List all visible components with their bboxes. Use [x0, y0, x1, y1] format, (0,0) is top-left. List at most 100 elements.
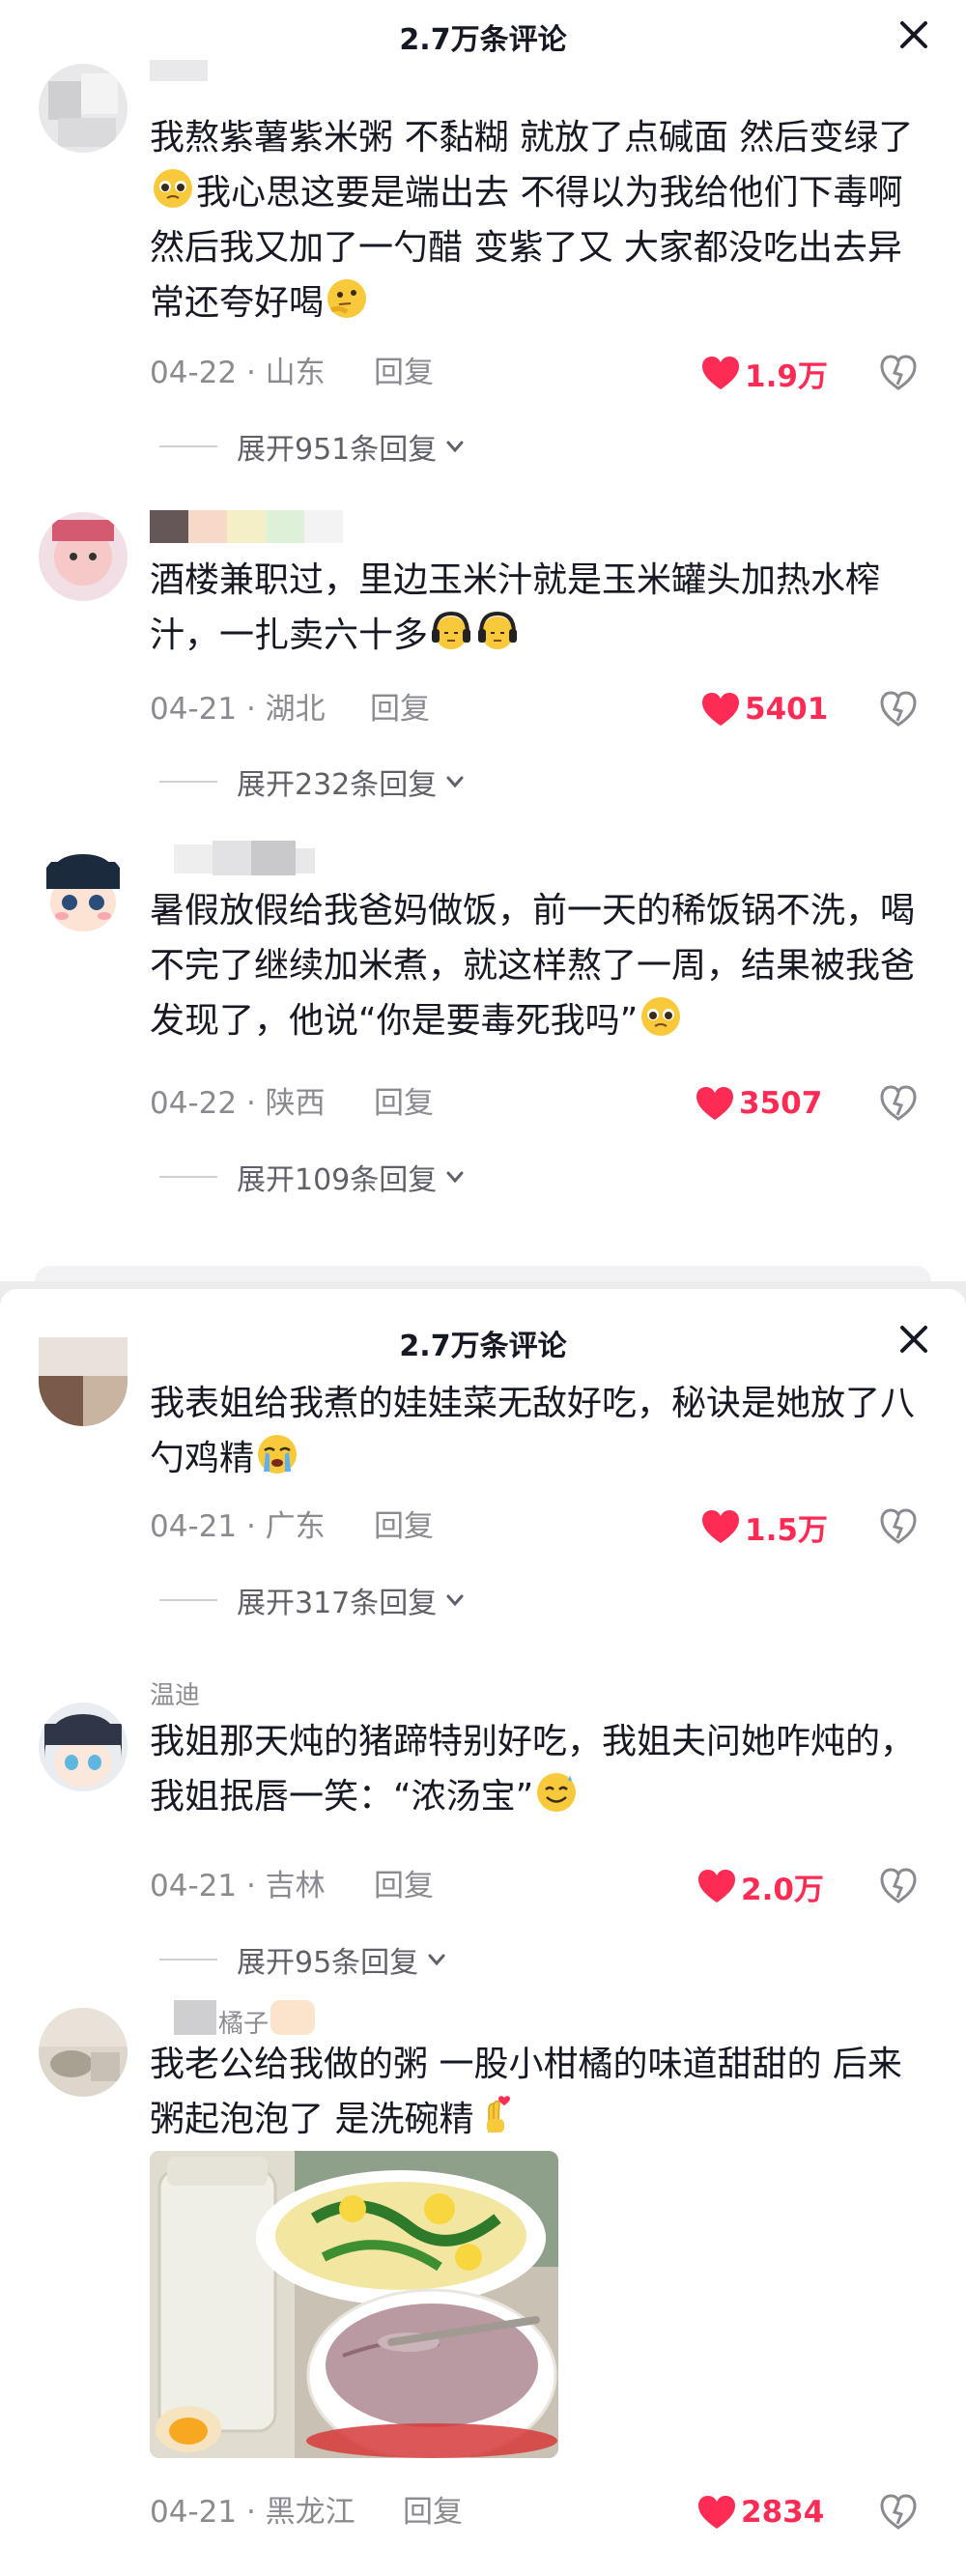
heart-icon — [702, 1510, 739, 1543]
heart-icon — [702, 693, 739, 726]
comment-location: 吉林 — [265, 1869, 326, 1903]
username[interactable]: 温迪 — [150, 1675, 200, 1714]
comment-text: 我老公给我做的粥 一股小柑橘的味道甜甜的 后来粥起泡泡了 是洗碗精 — [150, 2037, 932, 2147]
comment-item: 我熬紫薯紫米粥 不黏糊 就放了点碱面 然后变绿了我心思这要是端出去 不得以为我给… — [0, 60, 966, 475]
pleading-face-icon — [641, 997, 681, 1036]
avatar[interactable] — [39, 848, 128, 937]
comment-date: 04-21 — [150, 692, 238, 727]
close-icon[interactable] — [896, 1322, 931, 1357]
avatar[interactable] — [39, 1337, 128, 1426]
broken-heart-icon[interactable] — [879, 1507, 918, 1546]
comment-text-part: 我老公给我做的粥 一股小柑橘的味道甜甜的 后来粥起泡泡了 是洗碗精 — [150, 2045, 902, 2139]
comment-location: 陕西 — [265, 1086, 326, 1121]
headphones-face-icon — [478, 611, 518, 649]
comment-input-bar-edge — [35, 1266, 931, 1281]
comment-date-location: 04-21 · 湖北 — [150, 692, 326, 727]
comment-location: 广东 — [265, 1509, 326, 1544]
comment-count-title: 2.7万条评论 — [399, 23, 567, 57]
thinking-face-icon — [327, 279, 367, 318]
pleading-face-icon — [154, 169, 192, 208]
comment-item: 温迪 我姐那天炖的猪蹄特别好吃，我姐夫问她咋炖的，我姐抿唇一笑：“浓汤宝” 04… — [0, 1675, 966, 1985]
username-blurred[interactable]: 橘子 — [174, 2000, 315, 2039]
broken-heart-icon[interactable] — [879, 690, 918, 729]
reply-button[interactable]: 回复 — [403, 2491, 463, 2533]
chevron-down-icon — [446, 441, 464, 453]
headphones-face-icon — [432, 611, 471, 649]
expand-replies-button[interactable]: 展开109条回复 — [159, 1156, 468, 1198]
close-icon[interactable] — [896, 17, 931, 52]
broken-heart-icon[interactable] — [879, 2493, 918, 2532]
comments-panel-2: 2.7万条评论 我表姐给我煮的娃娃菜无敌好吃，秘诀是她放了八勺鸡精 04-21 … — [0, 1289, 966, 2576]
panel-header: 2.7万条评论 — [0, 1289, 966, 1363]
comment-text-part: 我心思这要是端出去 不得以为我给他们下毒啊 然后我又加了一勺醋 变紫了又 大家都… — [150, 173, 903, 323]
like-button[interactable]: 1.9万 — [700, 352, 828, 394]
heart-icon — [698, 2496, 735, 2529]
comment-text-part: 暑假放假给我爸妈做饭，前一天的稀饭锅不洗，喝不完了继续加米煮，就这样熬了一周，结… — [150, 891, 916, 1041]
comment-text: 暑假放假给我爸妈做饭，前一天的稀饭锅不洗，喝不完了继续加米煮，就这样熬了一周，结… — [150, 883, 932, 1048]
comment-text: 酒楼兼职过，里边玉米汁就是玉米罐头加热水榨汁，一扎卖六十多 — [150, 553, 932, 663]
comment-photo-congee[interactable] — [150, 2151, 558, 2458]
reply-button[interactable]: 回复 — [374, 352, 434, 394]
like-count: 1.5万 — [745, 1512, 828, 1548]
like-count: 1.9万 — [745, 358, 828, 394]
like-button[interactable]: 1.5万 — [700, 1505, 828, 1548]
username-text: 温迪 — [150, 1681, 201, 1710]
avatar[interactable] — [39, 1703, 128, 1791]
comment-count-title: 2.7万条评论 — [399, 1330, 567, 1363]
heart-icon — [696, 1087, 733, 1120]
expand-replies-button[interactable]: 展开232条回复 — [159, 760, 468, 803]
reply-button[interactable]: 回复 — [374, 1082, 434, 1125]
comment-date: 04-22 — [150, 1086, 238, 1121]
reply-button[interactable]: 回复 — [370, 688, 430, 730]
comment-location: 湖北 — [265, 692, 326, 727]
expand-replies-label: 展开109条回复 — [237, 1163, 438, 1197]
chevron-down-icon — [428, 1954, 445, 1966]
comment-location: 山东 — [265, 356, 326, 390]
username-blurred[interactable] — [174, 841, 328, 879]
comment-item: 暑假放假给我爸妈做饭，前一天的稀饭锅不洗，喝不完了继续加米煮，就这样熬了一周，结… — [0, 841, 966, 1227]
expand-divider — [159, 1599, 217, 1601]
broken-heart-icon[interactable] — [879, 354, 918, 392]
comment-item: 酒楼兼职过，里边玉米汁就是玉米罐头加热水榨汁，一扎卖六十多 04-21 · 湖北… — [0, 504, 966, 823]
chevron-down-icon — [446, 1594, 464, 1607]
comment-location: 黑龙江 — [265, 2495, 355, 2530]
comment-meta: 04-22 · 陕西 回复 3507 — [150, 1082, 932, 1125]
comment-date-location: 04-21 · 黑龙江 — [150, 2495, 355, 2530]
expand-replies-button[interactable]: 展开95条回复 — [159, 1938, 449, 1981]
comment-text: 我熬紫薯紫米粥 不黏糊 就放了点碱面 然后变绿了我心思这要是端出去 不得以为我给… — [150, 110, 932, 330]
comment-date: 04-21 — [150, 1869, 238, 1903]
comment-text: 我姐那天炖的猪蹄特别好吃，我姐夫问她咋炖的，我姐抿唇一笑：“浓汤宝” — [150, 1714, 932, 1824]
comment-date-location: 04-21 · 广东 — [150, 1509, 326, 1544]
avatar[interactable] — [39, 2008, 128, 2097]
reply-button[interactable]: 回复 — [374, 1865, 434, 1907]
like-button[interactable]: 2834 — [696, 2491, 824, 2533]
heart-icon — [698, 1870, 735, 1903]
like-count: 3507 — [739, 1086, 823, 1121]
username-blurred[interactable] — [150, 60, 227, 99]
comment-date-location: 04-22 · 陕西 — [150, 1086, 326, 1121]
expand-divider — [159, 1176, 217, 1178]
comment-date-location: 04-22 · 山东 — [150, 356, 326, 390]
username-blurred[interactable] — [150, 510, 343, 549]
avatar[interactable] — [39, 64, 128, 153]
like-count: 2.0万 — [741, 1872, 824, 1907]
comment-meta: 04-21 · 吉林 回复 2.0万 — [150, 1865, 932, 1907]
crying-face-icon — [258, 1435, 298, 1474]
broken-heart-icon[interactable] — [879, 1867, 918, 1905]
avatar[interactable] — [39, 512, 128, 601]
crossed-fingers-heart-icon — [487, 2096, 511, 2132]
broken-heart-icon[interactable] — [879, 1084, 918, 1123]
comment-item: 橘子 我老公给我做的粥 一股小柑橘的味道甜甜的 后来粥起泡泡了 是洗碗精 04-… — [0, 1996, 966, 2557]
like-button[interactable]: 5401 — [700, 688, 828, 730]
comments-panel-1: 2.7万条评论 我熬紫薯紫米粥 不黏糊 就放了点碱面 然后变绿了我心思这要是端出… — [0, 0, 966, 1281]
like-button[interactable]: 3507 — [695, 1082, 822, 1125]
expand-replies-label: 展开95条回复 — [237, 1946, 419, 1980]
reply-button[interactable]: 回复 — [374, 1505, 434, 1548]
sweat-smile-face-icon — [537, 1773, 577, 1812]
expand-replies-button[interactable]: 展开951条回复 — [159, 425, 468, 468]
expand-divider — [159, 1959, 217, 1961]
like-button[interactable]: 2.0万 — [696, 1865, 824, 1907]
expand-replies-label: 展开317条回复 — [237, 1587, 438, 1620]
expand-replies-button[interactable]: 展开317条回复 — [159, 1579, 468, 1621]
chevron-down-icon — [446, 1171, 464, 1184]
